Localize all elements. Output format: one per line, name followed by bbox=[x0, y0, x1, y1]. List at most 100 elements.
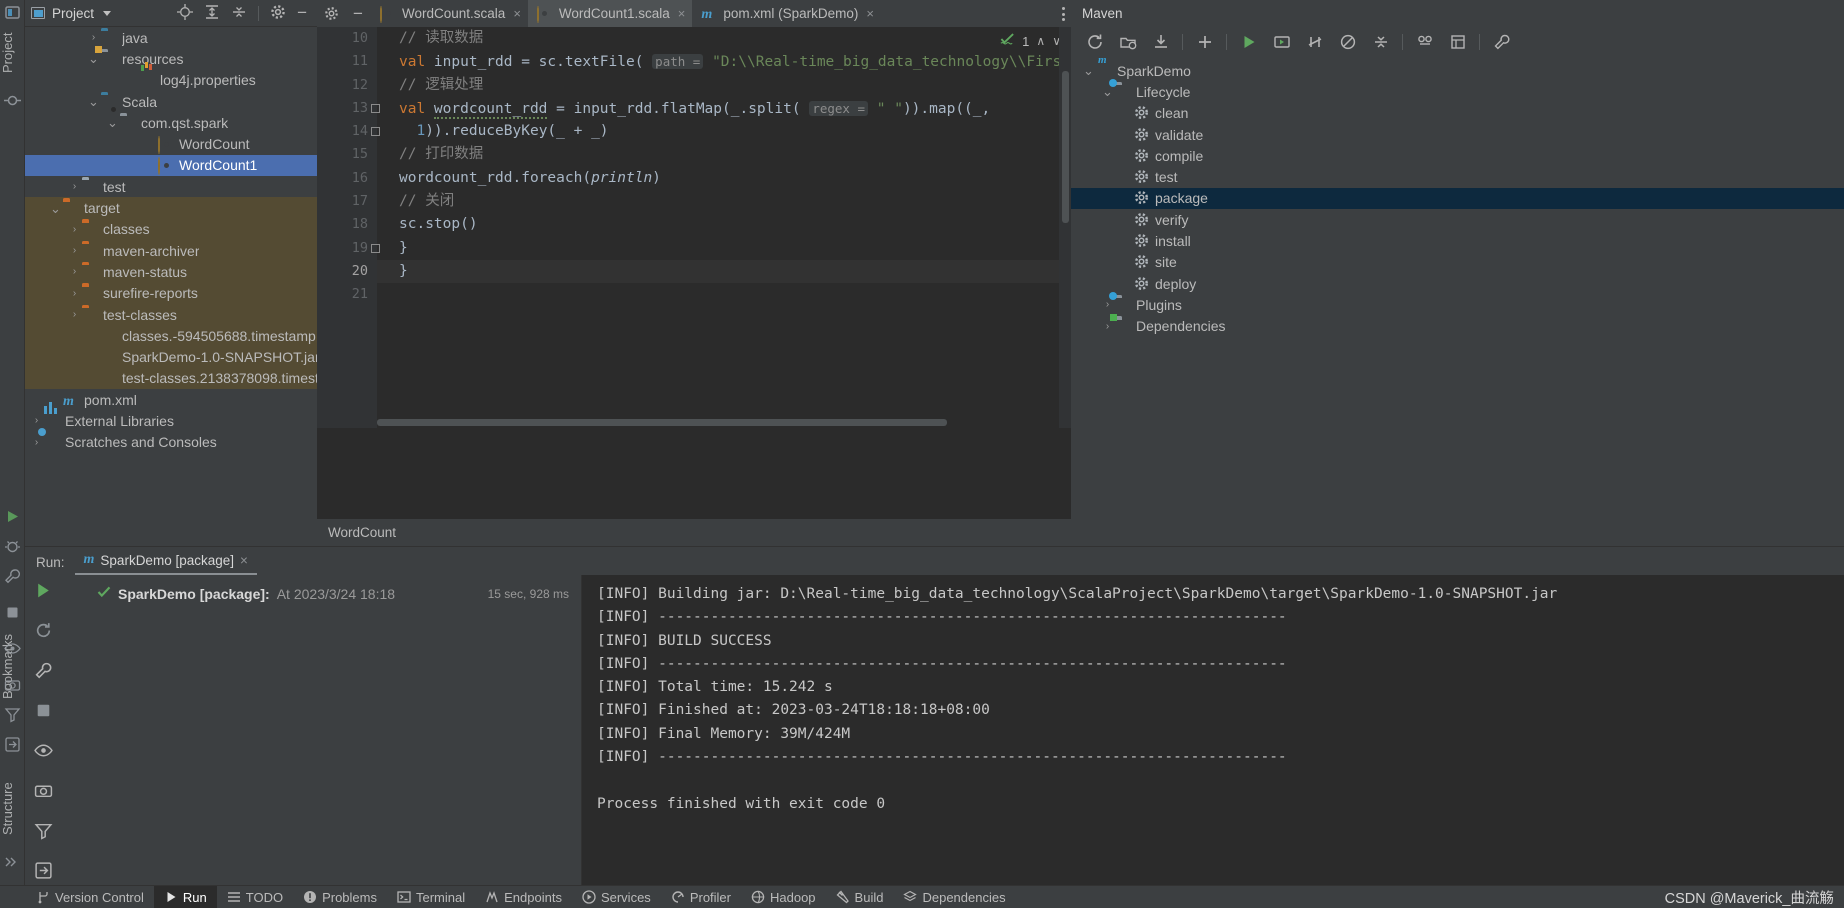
chevron-right-icon[interactable]: › bbox=[143, 139, 158, 150]
chevron-right-icon[interactable]: › bbox=[86, 330, 101, 341]
status-bar-profiler[interactable]: Profiler bbox=[661, 886, 741, 908]
tree-item-wordcount[interactable]: › WordCount bbox=[25, 133, 317, 155]
code-text[interactable]: // 读取数据 val input_rdd = sc.textFile( path… bbox=[377, 27, 1071, 428]
chevron-right-icon[interactable]: › bbox=[67, 245, 82, 256]
download-sources-icon[interactable] bbox=[1144, 29, 1177, 55]
chevron-right-icon[interactable]: › bbox=[29, 437, 44, 448]
editor-tab-pom-xml-sparkdemo[interactable]: m pom.xml (SparkDemo) × bbox=[692, 0, 881, 27]
code-line-16[interactable]: wordcount_rdd.foreach(println) bbox=[377, 167, 1071, 190]
tree-item-maven-archiver[interactable]: › maven-archiver bbox=[25, 239, 317, 262]
chevron-right-icon[interactable]: › bbox=[1100, 299, 1115, 310]
tree-item-scala[interactable]: ⌄ Scala bbox=[25, 91, 317, 112]
maven-item-plugins[interactable]: › Plugins bbox=[1071, 291, 1844, 315]
toggle-offline-icon[interactable] bbox=[1298, 29, 1331, 55]
chevron-right-icon[interactable]: › bbox=[1119, 172, 1134, 183]
chevron-right-icon[interactable]: › bbox=[67, 224, 82, 235]
chevron-right-icon[interactable]: › bbox=[1119, 108, 1134, 119]
editor-more-icon[interactable] bbox=[1062, 4, 1065, 21]
status-bar-terminal[interactable]: Terminal bbox=[387, 886, 475, 908]
maven-item-lifecycle[interactable]: ⌄ Lifecycle bbox=[1071, 78, 1844, 102]
rerun-failed-icon[interactable] bbox=[34, 621, 53, 643]
maven-item-dependencies[interactable]: › Dependencies bbox=[1071, 314, 1844, 337]
chevron-down-icon[interactable]: ⌄ bbox=[86, 52, 101, 65]
project-file-tree[interactable]: ›java⌄resources›log4j.properties⌄Scala⌄c… bbox=[25, 27, 317, 546]
chevron-right-icon[interactable]: › bbox=[67, 181, 82, 192]
status-bar-dependencies[interactable]: Dependencies bbox=[893, 886, 1015, 908]
tree-item-com-qst-spark[interactable]: ⌄ com.qst.spark bbox=[25, 106, 317, 133]
code-line-21[interactable] bbox=[377, 283, 1071, 306]
editor-horizontal-scrollbar[interactable] bbox=[377, 419, 947, 426]
filter-strip-icon[interactable] bbox=[4, 706, 21, 723]
code-line-15[interactable]: // 打印数据 bbox=[377, 143, 1071, 166]
chevron-right-icon[interactable]: › bbox=[86, 352, 101, 363]
status-bar-version-control[interactable]: Version Control bbox=[26, 886, 154, 908]
chevron-right-icon[interactable]: › bbox=[1119, 193, 1134, 204]
show-diagram-icon[interactable] bbox=[1408, 29, 1441, 55]
run-tab[interactable]: m SparkDemo [package] × bbox=[74, 552, 257, 575]
hide-panel-icon[interactable]: − bbox=[297, 4, 307, 21]
tree-item-resources[interactable]: ⌄ resources bbox=[25, 45, 317, 69]
maven-item-validate[interactable]: › validate bbox=[1071, 124, 1844, 145]
run-icon[interactable] bbox=[1232, 29, 1265, 55]
expand-all-icon[interactable] bbox=[204, 4, 220, 23]
code-line-20[interactable]: } bbox=[377, 259, 1071, 284]
tree-item-classes-594505688-timestamp[interactable]: › classes.-594505688.timestamp bbox=[25, 325, 317, 347]
code-line-10[interactable]: // 读取数据 bbox=[377, 27, 1071, 50]
chevron-right-icon[interactable]: › bbox=[67, 309, 82, 320]
run-panel-splitter[interactable] bbox=[581, 575, 582, 886]
editor-tab-wordcount-scala[interactable]: WordCount.scala × bbox=[371, 0, 528, 27]
maven-item-install[interactable]: › install bbox=[1071, 230, 1844, 251]
code-line-17[interactable]: // 关闭 bbox=[377, 190, 1071, 213]
maven-item-clean[interactable]: › clean bbox=[1071, 103, 1844, 124]
code-line-12[interactable]: // 逻辑处理 bbox=[377, 74, 1071, 97]
maven-item-site[interactable]: › site bbox=[1071, 252, 1844, 273]
chevron-right-icon[interactable]: › bbox=[86, 32, 101, 43]
code-line-18[interactable]: sc.stop() bbox=[377, 213, 1071, 236]
add-icon[interactable] bbox=[1188, 29, 1221, 55]
chevron-right-icon[interactable]: › bbox=[29, 415, 44, 426]
export-strip-icon[interactable] bbox=[4, 736, 21, 753]
status-bar-services[interactable]: Services bbox=[572, 886, 661, 908]
build-wrench-strip-icon[interactable] bbox=[4, 568, 21, 585]
settings-icon[interactable] bbox=[1485, 29, 1518, 55]
camera-icon[interactable] bbox=[34, 781, 53, 803]
expand-icon[interactable] bbox=[1441, 29, 1474, 55]
editor-vertical-scrollbar[interactable] bbox=[1062, 71, 1069, 223]
camera-strip-icon[interactable] bbox=[4, 676, 21, 693]
stop-strip-icon[interactable] bbox=[4, 604, 21, 621]
editor-tab-wordcount1-scala[interactable]: WordCount1.scala × bbox=[527, 0, 693, 27]
gear-icon[interactable] bbox=[270, 4, 286, 23]
tree-item-external-libraries[interactable]: › External Libraries bbox=[25, 401, 317, 431]
maven-item-package[interactable]: › package bbox=[1071, 187, 1844, 210]
settings-wrench-icon[interactable] bbox=[34, 661, 53, 683]
tree-item-java[interactable]: › java bbox=[25, 27, 317, 48]
maven-item-test[interactable]: › test bbox=[1071, 166, 1844, 187]
run-result-row[interactable]: SparkDemo [package]: At 2023/3/24 18:18 … bbox=[61, 583, 581, 604]
inspection-widget[interactable]: 1 ∧ ∨ bbox=[1000, 32, 1061, 50]
maven-goals-tree[interactable]: ⌄SparkDemo⌄Lifecycle›clean›validate›comp… bbox=[1071, 57, 1844, 337]
code-line-14[interactable]: 1)).reduceByKey(_ + _) bbox=[377, 120, 1071, 143]
tree-item-test-classes-2138378098-timestamp[interactable]: › test-classes.2138378098.timestamp bbox=[25, 367, 317, 390]
status-bar-run[interactable]: Run bbox=[153, 885, 217, 908]
skip-tests-icon[interactable] bbox=[1331, 29, 1364, 55]
tree-item-target[interactable]: ⌄ target bbox=[25, 197, 317, 219]
close-icon[interactable]: × bbox=[678, 6, 686, 21]
chevron-right-icon[interactable]: › bbox=[67, 266, 82, 277]
prev-problem-icon[interactable]: ∧ bbox=[1036, 34, 1045, 48]
rerun-icon[interactable] bbox=[34, 581, 53, 603]
maven-item-verify[interactable]: › verify bbox=[1071, 209, 1844, 230]
filter-icon[interactable] bbox=[34, 821, 53, 843]
tree-item-surefire-reports[interactable]: › surefire-reports bbox=[25, 282, 317, 304]
chevron-right-icon[interactable]: › bbox=[1119, 150, 1134, 161]
sidebar-item-bookmarks[interactable]: Bookmarks bbox=[0, 620, 25, 712]
chevron-right-icon[interactable]: › bbox=[1119, 278, 1134, 289]
tree-item-log4j-properties[interactable]: › log4j.properties bbox=[25, 70, 317, 91]
close-icon[interactable]: × bbox=[513, 6, 521, 21]
commit-strip-icon[interactable] bbox=[4, 92, 21, 109]
tree-item-test-classes[interactable]: › test-classes bbox=[25, 303, 317, 326]
collapse-all-icon[interactable] bbox=[231, 4, 247, 23]
tree-item-scratches-and-consoles[interactable]: › Scratches and Consoles bbox=[25, 432, 317, 453]
chevron-down-icon[interactable]: ⌄ bbox=[105, 116, 120, 129]
chevron-right-icon[interactable]: › bbox=[143, 160, 158, 171]
chevron-down-icon[interactable]: ⌄ bbox=[1100, 85, 1115, 98]
